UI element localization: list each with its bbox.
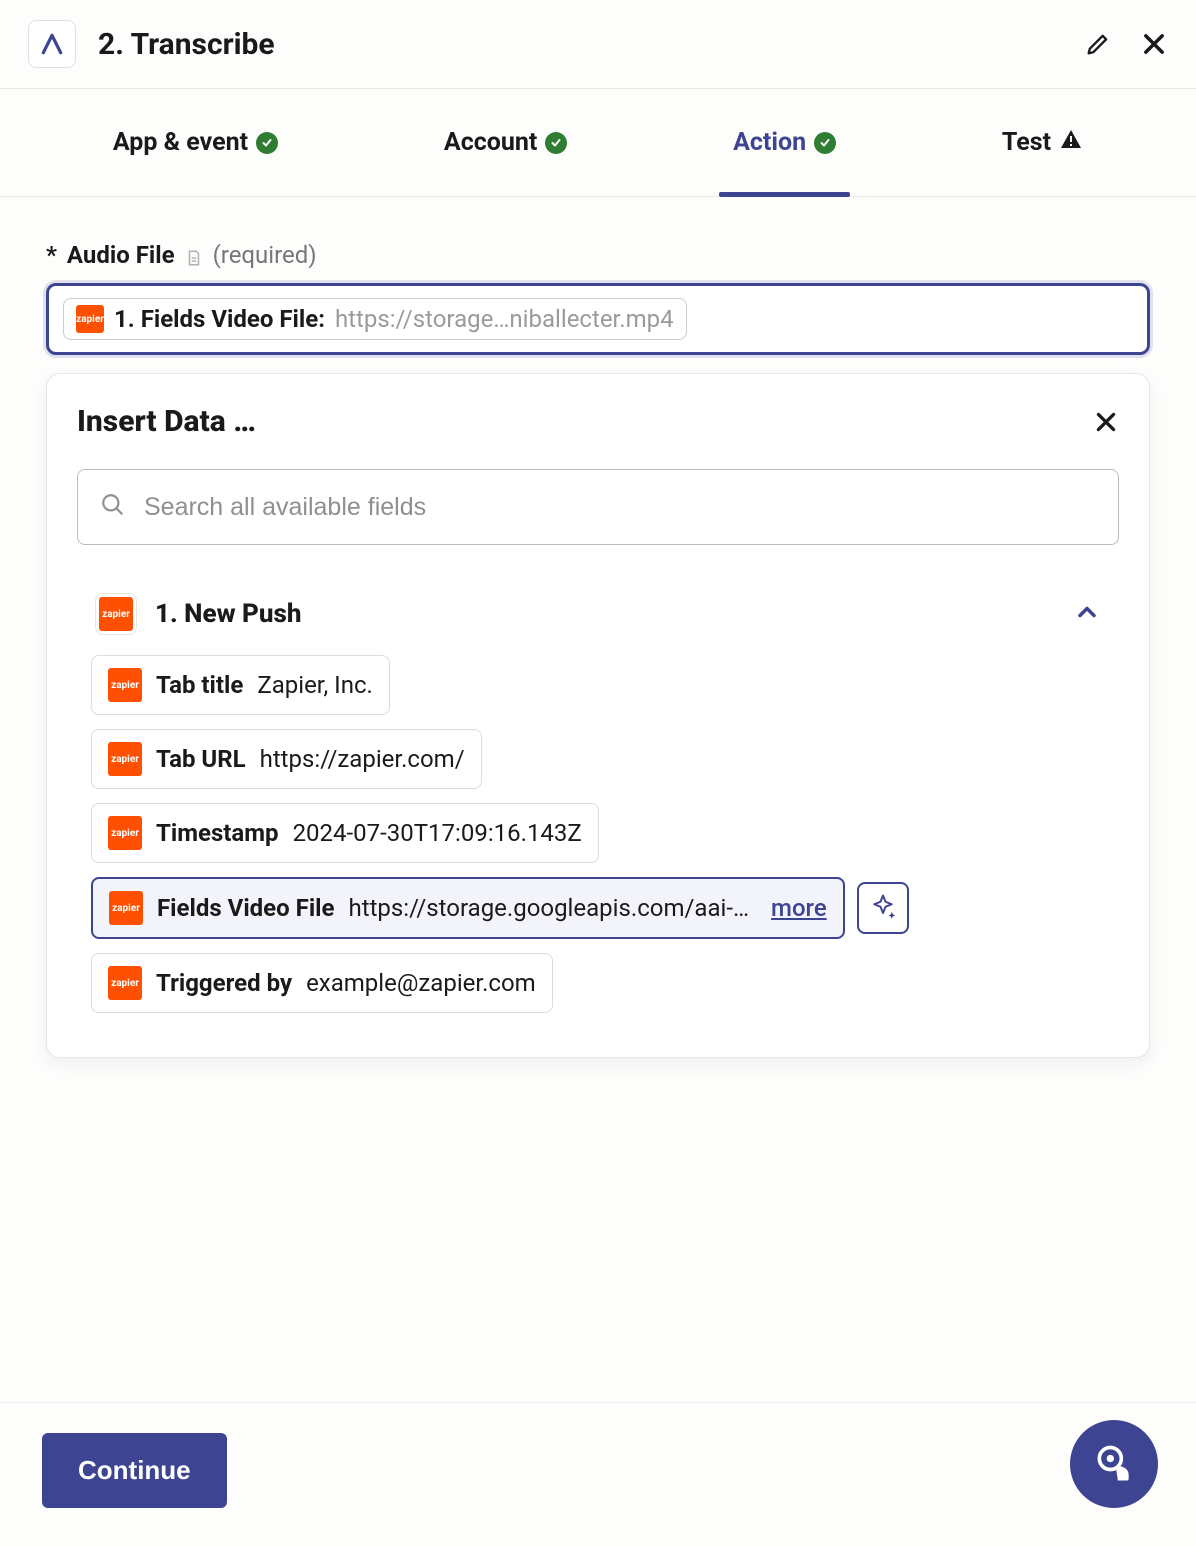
tab-action[interactable]: Action: [719, 89, 850, 196]
field-item-timestamp[interactable]: zapier Timestamp 2024-07-30T17:09:16.143…: [91, 803, 599, 863]
step-tabs: App & event Account Action Test: [0, 89, 1196, 197]
zapier-icon: zapier: [108, 816, 142, 850]
field-item-tab-title[interactable]: zapier Tab title Zapier, Inc.: [91, 655, 390, 715]
field-item-triggered-by[interactable]: zapier Triggered by example@zapier.com: [91, 953, 553, 1013]
bottom-bar: Continue: [0, 1402, 1196, 1546]
group-header[interactable]: zapier 1. New Push: [85, 587, 1111, 655]
close-panel-icon[interactable]: [1093, 409, 1119, 435]
tab-label: Account: [444, 128, 537, 157]
zapier-icon: zapier: [108, 668, 142, 702]
close-step-icon[interactable]: [1140, 30, 1168, 58]
item-value: 2024-07-30T17:09:16.143Z: [293, 819, 582, 847]
app-icon: [28, 20, 76, 68]
more-link[interactable]: more: [771, 894, 827, 922]
required-asterisk: *: [46, 241, 57, 269]
zapier-icon: zapier: [76, 305, 104, 333]
tab-label: App & event: [113, 128, 248, 157]
audio-file-label-row: * Audio File (required): [46, 241, 1150, 269]
item-value: https://storage.googleapis.com/aai-…: [349, 894, 750, 922]
help-fab[interactable]: [1070, 1420, 1158, 1508]
status-ok-icon: [256, 132, 278, 154]
data-group: zapier 1. New Push zapier Tab title Zapi…: [77, 571, 1119, 1021]
search-fields[interactable]: [77, 469, 1119, 545]
item-value: example@zapier.com: [306, 969, 536, 997]
rename-icon[interactable]: [1084, 30, 1112, 58]
insert-data-panel: Insert Data … zapier 1. New Push: [46, 373, 1150, 1058]
status-warn-icon: [1059, 127, 1083, 158]
group-title: 1. New Push: [155, 599, 1073, 629]
zapier-icon: zapier: [99, 597, 133, 631]
status-ok-icon: [545, 132, 567, 154]
tab-label: Action: [733, 128, 806, 157]
field-item-video-file[interactable]: zapier Fields Video File https://storage…: [91, 877, 845, 939]
zapier-icon: zapier: [109, 891, 143, 925]
step-title: 2. Transcribe: [98, 27, 1084, 62]
item-value: Zapier, Inc.: [257, 671, 373, 699]
item-label: Triggered by: [156, 969, 292, 997]
item-value: https://zapier.com/: [260, 745, 465, 773]
item-label: Timestamp: [156, 819, 279, 847]
audio-file-label: Audio File: [67, 241, 175, 269]
tab-app-event[interactable]: App & event: [99, 89, 292, 196]
field-items: zapier Tab title Zapier, Inc. zapier Tab…: [85, 655, 1111, 1013]
group-app-icon: zapier: [95, 593, 137, 635]
step-header: 2. Transcribe: [0, 0, 1196, 89]
tab-account[interactable]: Account: [430, 89, 581, 196]
zapier-icon: zapier: [108, 966, 142, 1000]
tab-label: Test: [1002, 128, 1051, 157]
pill-label: 1. Fields Video File:: [114, 305, 325, 333]
search-input[interactable]: [144, 493, 1096, 522]
continue-button[interactable]: Continue: [42, 1433, 227, 1508]
field-value-pill[interactable]: zapier 1. Fields Video File: https://sto…: [63, 298, 687, 340]
tab-test[interactable]: Test: [988, 89, 1097, 196]
panel-title: Insert Data …: [77, 404, 256, 439]
item-label: Fields Video File: [157, 894, 335, 922]
zapier-icon: zapier: [108, 742, 142, 776]
ai-sparkle-button[interactable]: [857, 882, 909, 934]
status-ok-icon: [814, 132, 836, 154]
item-label: Tab URL: [156, 745, 246, 773]
action-content: * Audio File (required) zapier 1. Fields…: [0, 197, 1196, 1058]
search-icon: [100, 492, 126, 522]
item-label: Tab title: [156, 671, 243, 699]
field-item-tab-url[interactable]: zapier Tab URL https://zapier.com/: [91, 729, 482, 789]
doc-icon: [185, 245, 203, 265]
audio-file-input[interactable]: zapier 1. Fields Video File: https://sto…: [46, 283, 1150, 355]
required-text: (required): [213, 241, 317, 269]
chevron-up-icon[interactable]: [1073, 598, 1101, 630]
pill-value: https://storage…niballecter.mp4: [335, 305, 674, 333]
